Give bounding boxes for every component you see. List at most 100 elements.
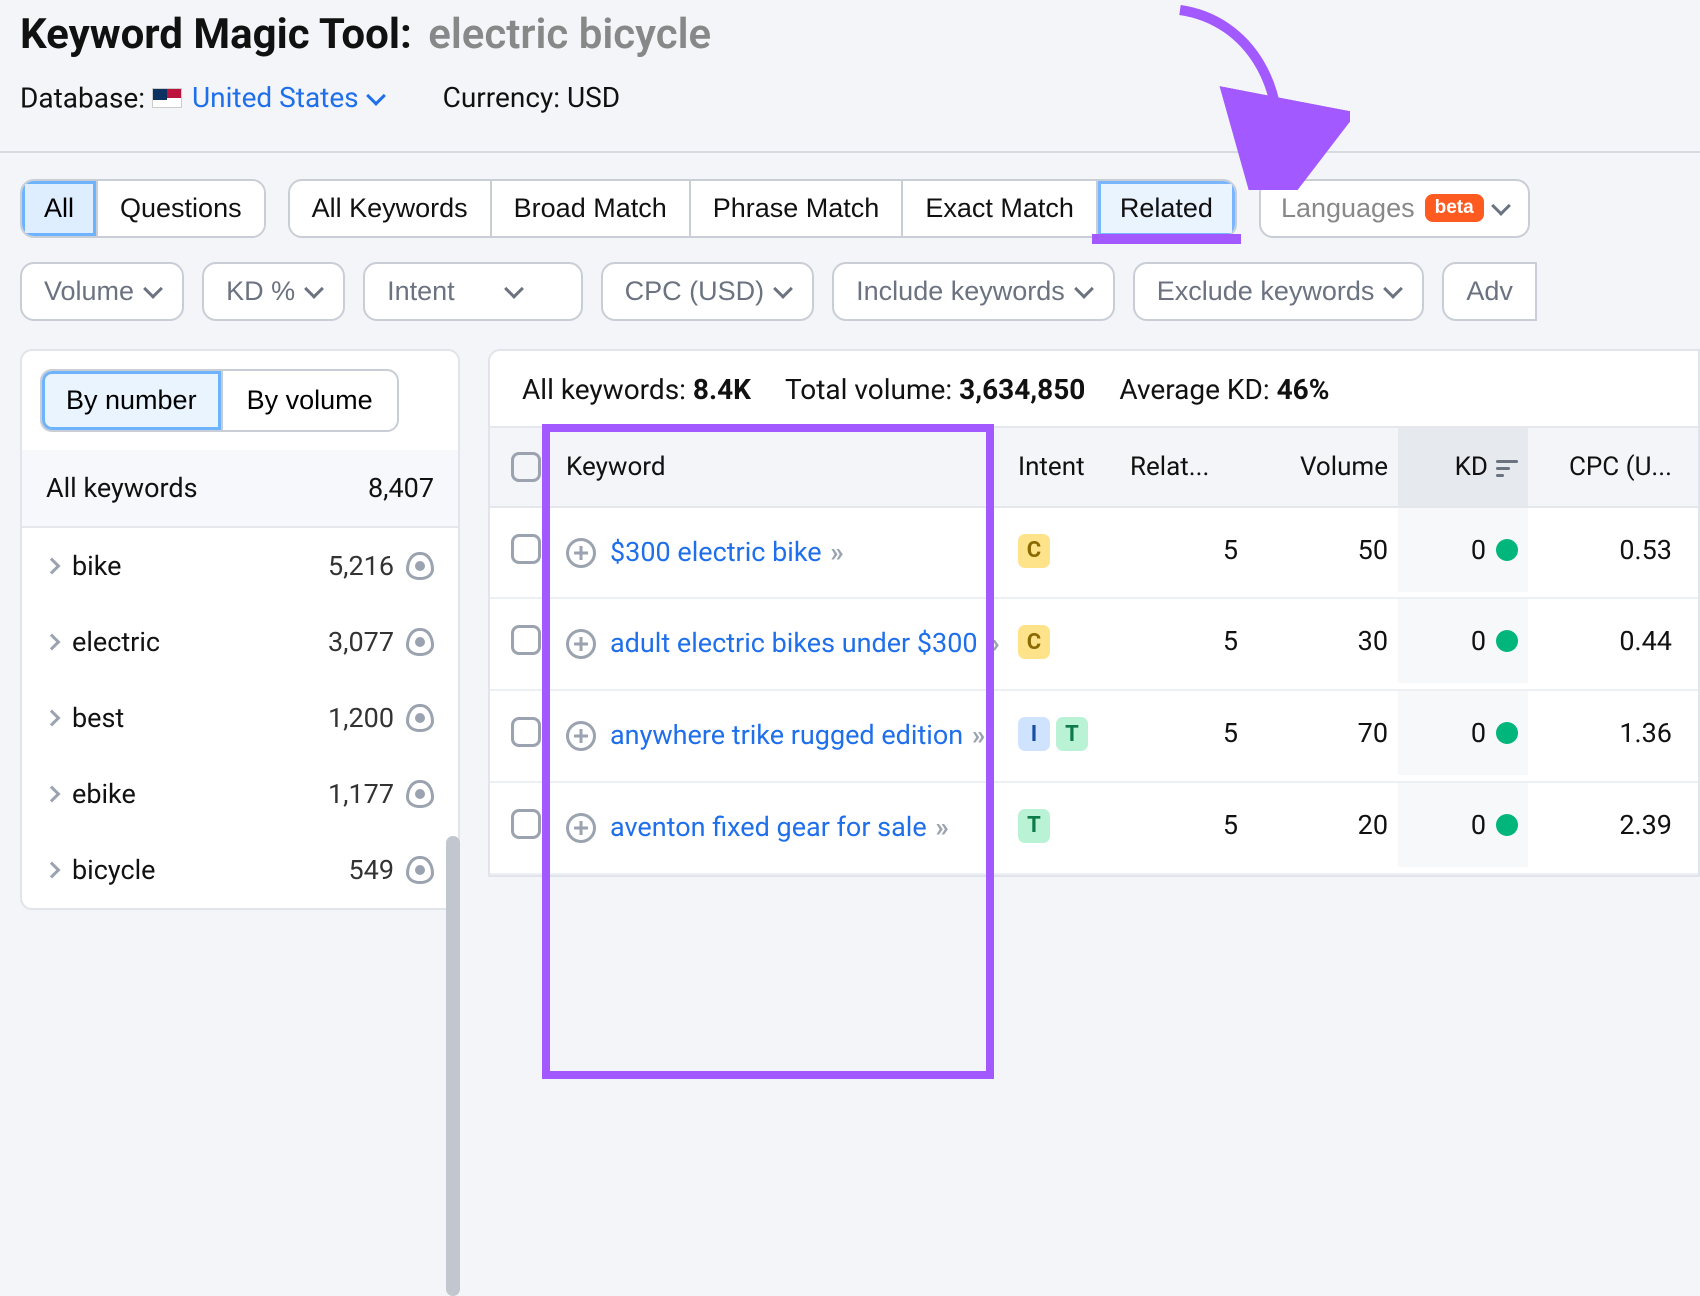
- col-cpc[interactable]: CPC (U...: [1528, 428, 1698, 506]
- add-keyword-icon[interactable]: [566, 538, 596, 568]
- sidebar-item[interactable]: bicycle 549: [22, 832, 458, 908]
- cell-kd: 0: [1471, 534, 1486, 566]
- tab-questions[interactable]: Questions: [98, 181, 264, 236]
- sidebar-item[interactable]: bike 5,216: [22, 528, 458, 604]
- keyword-link[interactable]: adult electric bikes under $300 »: [610, 625, 996, 663]
- col-intent[interactable]: Intent: [1008, 428, 1120, 506]
- filter-exclude-keywords[interactable]: Exclude keywords: [1133, 262, 1425, 321]
- filter-intent[interactable]: Intent: [363, 262, 583, 321]
- keyword-groups-sidebar: By number By volume All keywords 8,407 b…: [20, 349, 460, 910]
- sidebar-item[interactable]: electric 3,077: [22, 604, 458, 680]
- chevron-down-icon: [1074, 279, 1094, 299]
- intent-badge-t: T: [1056, 717, 1088, 751]
- tab-phrase-match[interactable]: Phrase Match: [691, 181, 904, 236]
- match-type-tabs: All Questions All Keywords Broad Match P…: [0, 153, 1700, 256]
- cell-cpc: 0.53: [1528, 508, 1698, 592]
- expand-icon[interactable]: »: [933, 811, 945, 843]
- tab-exact-match[interactable]: Exact Match: [903, 181, 1098, 236]
- cell-related: 5: [1120, 599, 1248, 683]
- tab-all[interactable]: All: [22, 181, 98, 236]
- sidebar-tab-by-number[interactable]: By number: [40, 369, 223, 432]
- eye-icon[interactable]: [406, 856, 434, 884]
- sidebar-all-keywords-label[interactable]: All keywords: [46, 472, 198, 504]
- filter-cpc[interactable]: CPC (USD): [601, 262, 815, 321]
- filter-include-keywords[interactable]: Include keywords: [832, 262, 1115, 321]
- sidebar-item-count: 5,216: [328, 550, 394, 582]
- chevron-down-icon: [366, 86, 386, 106]
- chevron-down-icon: [1383, 279, 1403, 299]
- sidebar-item[interactable]: best 1,200: [22, 680, 458, 756]
- sidebar-item-count: 549: [348, 854, 394, 886]
- results-panel: All keywords: 8.4K Total volume: 3,634,8…: [488, 349, 1700, 877]
- add-keyword-icon[interactable]: [566, 629, 596, 659]
- database-label: Database:: [20, 82, 145, 115]
- kd-dot-icon: [1496, 814, 1518, 836]
- sidebar-item-label: bike: [72, 550, 121, 582]
- kd-dot-icon: [1496, 630, 1518, 652]
- cell-volume: 20: [1248, 783, 1398, 867]
- cell-related: 5: [1120, 691, 1248, 775]
- filter-volume[interactable]: Volume: [20, 262, 184, 321]
- col-keyword[interactable]: Keyword: [562, 428, 1008, 506]
- row-checkbox[interactable]: [511, 625, 541, 655]
- kd-dot-icon: [1496, 722, 1518, 744]
- keyword-link[interactable]: aventon fixed gear for sale »: [610, 809, 945, 847]
- sidebar-item-label: best: [72, 702, 124, 734]
- chevron-right-icon: [44, 785, 61, 802]
- filter-advanced[interactable]: Adv: [1442, 262, 1537, 321]
- page-header: Keyword Magic Tool: electric bicycle Dat…: [0, 0, 1700, 125]
- cell-related: 5: [1120, 508, 1248, 592]
- sort-icon: [1496, 459, 1518, 475]
- expand-icon[interactable]: »: [969, 719, 981, 751]
- languages-button[interactable]: Languages beta: [1259, 179, 1530, 238]
- chevron-right-icon: [44, 633, 61, 650]
- col-volume[interactable]: Volume: [1248, 428, 1398, 506]
- cell-volume: 30: [1248, 599, 1398, 683]
- cell-cpc: 1.36: [1528, 691, 1698, 775]
- sidebar-scrollbar[interactable]: [446, 836, 460, 1296]
- chevron-down-icon: [504, 279, 524, 299]
- row-checkbox[interactable]: [511, 534, 541, 564]
- sidebar-item[interactable]: ebike 1,177: [22, 756, 458, 832]
- select-all-checkbox[interactable]: [511, 452, 541, 482]
- keyword-link[interactable]: $300 electric bike »: [610, 534, 840, 572]
- chevron-down-icon: [773, 279, 793, 299]
- table-row: $300 electric bike » C 5 50 0 0.53: [490, 508, 1698, 600]
- tab-related[interactable]: Related: [1098, 181, 1235, 236]
- cell-cpc: 0.44: [1528, 599, 1698, 683]
- filter-row: Volume KD % Intent CPC (USD) Include key…: [0, 256, 1700, 349]
- tab-all-keywords[interactable]: All Keywords: [290, 181, 492, 236]
- intent-badge-c: C: [1018, 534, 1050, 568]
- languages-label: Languages: [1281, 193, 1415, 224]
- eye-icon[interactable]: [406, 780, 434, 808]
- kd-dot-icon: [1496, 539, 1518, 561]
- expand-icon[interactable]: »: [984, 627, 996, 659]
- sidebar-tab-by-volume[interactable]: By volume: [223, 369, 399, 432]
- eye-icon[interactable]: [406, 628, 434, 656]
- cell-related: 5: [1120, 783, 1248, 867]
- filter-kd[interactable]: KD %: [202, 262, 345, 321]
- expand-icon[interactable]: »: [828, 536, 840, 568]
- cell-kd: 0: [1471, 625, 1486, 657]
- add-keyword-icon[interactable]: [566, 721, 596, 751]
- database-selector[interactable]: Database: United States: [20, 81, 383, 115]
- cell-kd: 0: [1471, 809, 1486, 841]
- database-value: United States: [192, 81, 359, 114]
- sidebar-item-count: 1,200: [328, 702, 394, 734]
- table-row: aventon fixed gear for sale » T 5 20 0 2…: [490, 783, 1698, 875]
- chevron-down-icon: [143, 279, 163, 299]
- row-checkbox[interactable]: [511, 717, 541, 747]
- row-checkbox[interactable]: [511, 809, 541, 839]
- eye-icon[interactable]: [406, 704, 434, 732]
- currency-label: Currency: USD: [443, 81, 620, 114]
- sidebar-item-count: 1,177: [328, 778, 394, 810]
- keyword-link[interactable]: anywhere trike rugged edition »: [610, 717, 981, 755]
- col-related[interactable]: Relat...: [1120, 428, 1248, 506]
- sidebar-all-keywords-count: 8,407: [368, 472, 434, 504]
- eye-icon[interactable]: [406, 552, 434, 580]
- sidebar-item-label: electric: [72, 626, 160, 658]
- beta-badge: beta: [1425, 194, 1484, 222]
- add-keyword-icon[interactable]: [566, 813, 596, 843]
- col-kd[interactable]: KD: [1398, 428, 1528, 506]
- tab-broad-match[interactable]: Broad Match: [492, 181, 691, 236]
